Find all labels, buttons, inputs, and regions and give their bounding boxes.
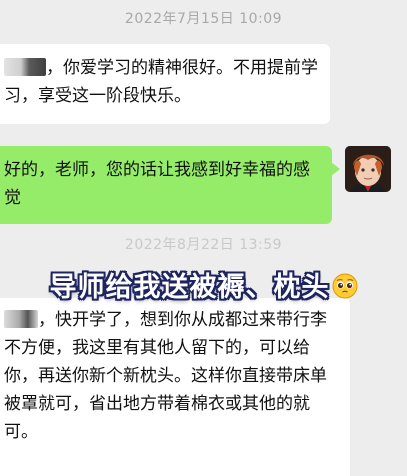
message-timestamp: 2022年8月22日 13:59 (124, 237, 283, 253)
outgoing-message-bubble[interactable]: 好的，老师，您的话让我感到好幸福的感觉 (0, 146, 340, 224)
incoming-message-bubble[interactable]: ，你爱学习的精神很好。不用提前学习，享受这一阶段快乐。 (0, 44, 330, 124)
avatar-image (345, 146, 391, 192)
message-timestamp: 2022年7月15日 10:09 (124, 11, 283, 27)
user-avatar[interactable] (345, 146, 391, 192)
redacted-name (4, 58, 46, 76)
caption-text: 导师给我送被褥、枕头 (49, 272, 330, 303)
incoming-message-bubble[interactable]: ，快开学了，想到你从成都过来带行李不方便，我这里有其他人留下的，可以给你，再送你… (0, 298, 350, 476)
message-text: ，你爱学习的精神很好。不用提前学习，享受这一阶段快乐。 (4, 58, 318, 106)
redacted-name (4, 310, 38, 328)
message-text: ，快开学了，想到你从成都过来带行李不方便，我这里有其他人留下的，可以给你，再送你… (4, 310, 327, 442)
message-text: 好的，老师，您的话让我感到好幸福的感觉 (4, 160, 310, 208)
video-caption-overlay: 导师给我送被褥、枕头 (0, 265, 407, 304)
pleading-face-icon (332, 273, 357, 299)
